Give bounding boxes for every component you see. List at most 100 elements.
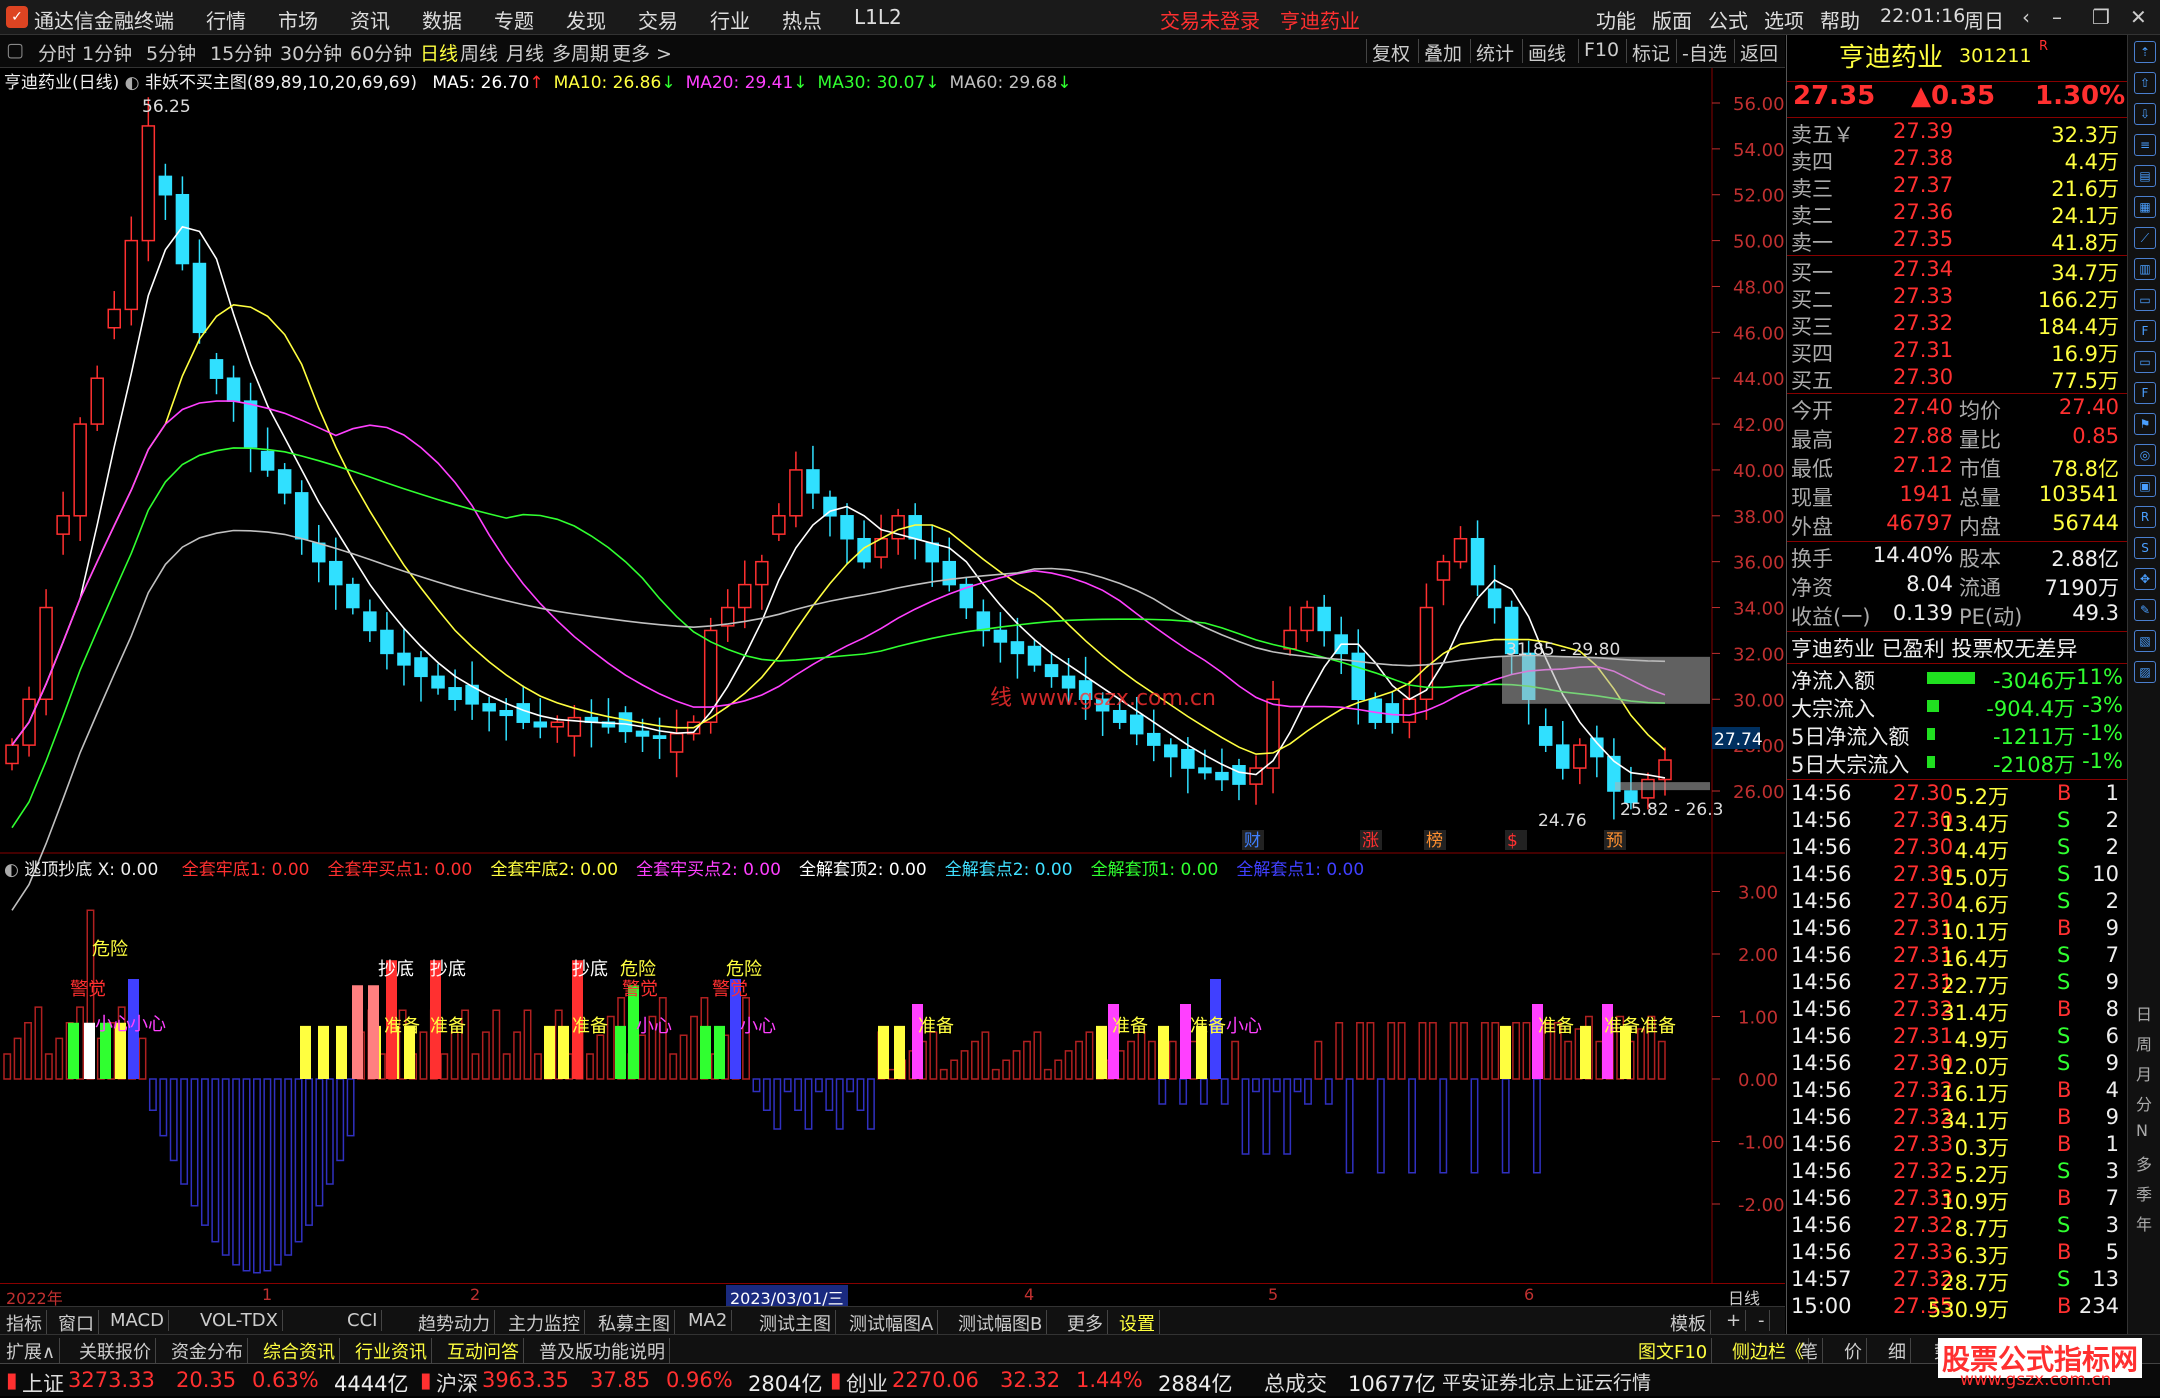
monitor-icon[interactable]: ▣	[2134, 475, 2156, 497]
up-arrow-icon[interactable]: ⇡	[2134, 41, 2156, 63]
indicator-toggle-icon[interactable]: ◐	[4, 860, 24, 880]
info-tab-2[interactable]: 资金分布	[167, 1338, 248, 1364]
indicator-tab-2[interactable]: MACD	[106, 1310, 169, 1331]
side-period-5[interactable]: 多	[2136, 1151, 2152, 1175]
side-period-2[interactable]: 月	[2136, 1061, 2152, 1085]
side-period-4[interactable]: N	[2136, 1121, 2148, 1140]
side-period-3[interactable]: 分	[2136, 1091, 2152, 1115]
indicator-tab-10[interactable]: 测试幅图A	[845, 1310, 939, 1336]
s-icon[interactable]: S	[2134, 537, 2156, 559]
right-menu-1[interactable]: 版面	[1652, 5, 1692, 34]
tabs2-right-3[interactable]: 价	[1840, 1338, 1867, 1364]
info-tab-6[interactable]: 普及版功能说明	[535, 1338, 670, 1364]
right-menu-0[interactable]: 功能	[1596, 5, 1636, 34]
flag-icon[interactable]: ⚑	[2134, 413, 2156, 435]
rsi-icon[interactable]: R	[2134, 506, 2156, 528]
toolbar-right-4[interactable]: F10	[1584, 39, 1619, 61]
tabs2-right-4[interactable]: 细	[1884, 1338, 1911, 1364]
indicator-tab-6[interactable]: 主力监控	[504, 1310, 585, 1336]
tabs1-right-1[interactable]: +	[1722, 1310, 1747, 1331]
indicator-tab-7[interactable]: 私募主图	[594, 1310, 675, 1336]
f12-icon[interactable]: F	[2134, 382, 2156, 404]
indicator-tab-11[interactable]: 测试幅图B	[954, 1310, 1048, 1336]
info-tab-0[interactable]: 扩展∧	[2, 1338, 61, 1364]
indicator-tab-1[interactable]: 窗口	[54, 1310, 99, 1336]
tabs2-right-2[interactable]: 笔	[1796, 1338, 1823, 1364]
side-period-0[interactable]: 日	[2136, 1001, 2152, 1025]
menu-8[interactable]: 热点	[782, 5, 822, 34]
period-tab-6[interactable]: 日线	[420, 39, 458, 66]
period-tab-4[interactable]: 30分钟	[280, 39, 342, 66]
toolbar-right-0[interactable]: 复权	[1372, 39, 1410, 66]
period-tab-5[interactable]: 60分钟	[350, 39, 412, 66]
status-sh-name[interactable]: 上证	[22, 1368, 64, 1398]
indicator-tab-3[interactable]: VOL-TDX	[196, 1310, 283, 1331]
toolbar-right-5[interactable]: 标记	[1632, 39, 1670, 66]
right-menu-3[interactable]: 选项	[1764, 5, 1804, 34]
menu-6[interactable]: 交易	[638, 5, 678, 34]
info-tab-3[interactable]: 综合资讯	[259, 1338, 340, 1364]
info-tab-4[interactable]: 行业资讯	[351, 1338, 432, 1364]
menu-0[interactable]: 行情	[206, 5, 246, 34]
menu-2[interactable]: 资讯	[350, 5, 390, 34]
toolbar-right-3[interactable]: 画线	[1528, 39, 1566, 66]
table-icon[interactable]: ▤	[2134, 165, 2156, 187]
indicator-tab-4[interactable]: CCI	[343, 1310, 383, 1331]
menu-5[interactable]: 发现	[566, 5, 606, 34]
status-sz-name[interactable]: 沪深	[436, 1368, 478, 1398]
chart-icon[interactable]: ▨	[2134, 661, 2156, 683]
doc-icon[interactable]: ▭	[2134, 289, 2156, 311]
toolbar-right-6[interactable]: -自选	[1682, 39, 1727, 66]
chart-line-icon[interactable]: ⟋	[2134, 227, 2156, 249]
formula-name[interactable]: 非妖不买主图(89,89,10,20,69,69)	[145, 73, 417, 93]
indicator-tab-13[interactable]: 设置	[1115, 1310, 1160, 1336]
grid-icon[interactable]: ▦	[2134, 196, 2156, 218]
right-menu-2[interactable]: 公式	[1708, 5, 1748, 34]
period-tab-1[interactable]: 1分钟	[82, 39, 132, 66]
doc-icon[interactable]: ▭	[2134, 351, 2156, 373]
side-period-7[interactable]: 年	[2136, 1211, 2152, 1235]
period-tab-0[interactable]: 分时	[38, 39, 76, 66]
restore-icon[interactable]: ❐	[2092, 5, 2110, 29]
menu-4[interactable]: 专题	[494, 5, 534, 34]
toolbar-box-icon[interactable]: ▢	[6, 39, 24, 61]
tabs1-right-2[interactable]: -	[1754, 1310, 1770, 1331]
indicator-tab-9[interactable]: 测试主图	[755, 1310, 836, 1336]
tabs2-right-0[interactable]: 图文F10	[1634, 1338, 1713, 1364]
down-arrow-icon[interactable]: ⇩	[2134, 103, 2156, 125]
info-tab-1[interactable]: 关联报价	[75, 1338, 156, 1364]
indicator-tab-0[interactable]: 指标	[2, 1310, 47, 1336]
pen-icon[interactable]: ✎	[2134, 599, 2156, 621]
period-tab-3[interactable]: 15分钟	[210, 39, 272, 66]
status-cy-name[interactable]: 创业	[846, 1368, 888, 1398]
period-tab-8[interactable]: 月线	[506, 39, 544, 66]
move-icon[interactable]: ✥	[2134, 568, 2156, 590]
period-tab-10[interactable]: 更多 >	[612, 39, 672, 66]
side-period-1[interactable]: 周	[2136, 1031, 2152, 1055]
indicator-name[interactable]: 逃顶抄底	[24, 860, 92, 880]
up-arrow-icon[interactable]: ⇧	[2134, 72, 2156, 94]
menu-3[interactable]: 数据	[422, 5, 462, 34]
kline-chart[interactable]: 56.00 54.00 52.00 50.00 48.00 46.00 44.00 42.00…	[0, 0, 1785, 1283]
list-icon[interactable]: ≡	[2134, 134, 2156, 156]
menu-7[interactable]: 行业	[710, 5, 750, 34]
minimize-icon[interactable]: –	[2052, 5, 2062, 29]
menu-1[interactable]: 市场	[278, 5, 318, 34]
period-tab-7[interactable]: 周线	[460, 39, 498, 66]
menu-9[interactable]: L1L2	[854, 5, 902, 29]
info-tab-5[interactable]: 互动问答	[443, 1338, 524, 1364]
toolbar-right-2[interactable]: 统计	[1476, 39, 1514, 66]
close-icon[interactable]: ✕	[2130, 5, 2147, 29]
indicator-tab-8[interactable]: MA2	[684, 1310, 733, 1331]
period-tab-2[interactable]: 5分钟	[146, 39, 196, 66]
stats-icon[interactable]: ▥	[2134, 258, 2156, 280]
side-period-6[interactable]: 季	[2136, 1181, 2152, 1205]
toolbar-right-7[interactable]: 返回	[1740, 39, 1778, 66]
indicator-tab-12[interactable]: 更多	[1063, 1310, 1108, 1336]
formula-toggle-icon[interactable]: ◐	[125, 73, 145, 93]
period-tab-9[interactable]: 多周期	[552, 39, 609, 66]
f10-icon[interactable]: F	[2134, 320, 2156, 342]
chart-icon[interactable]: ▧	[2134, 630, 2156, 652]
indicator-tab-5[interactable]: 趋势动力	[414, 1310, 495, 1336]
right-menu-4[interactable]: 帮助	[1820, 5, 1860, 34]
